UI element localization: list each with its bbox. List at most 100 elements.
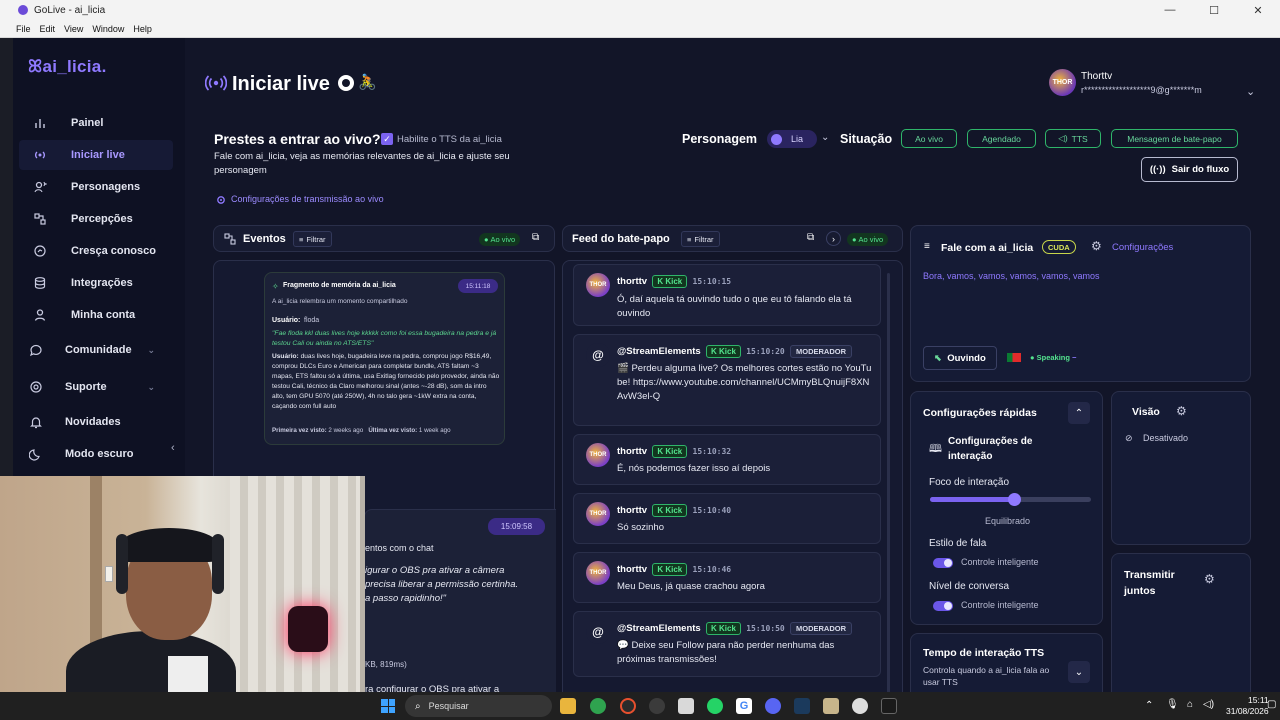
gear-icon[interactable]: ⚙ (1176, 404, 1187, 418)
events-filter-button[interactable]: ≡ Filtrar (293, 231, 332, 247)
listening-button[interactable]: ⬉ Ouvindo (923, 346, 997, 370)
external-link-icon[interactable]: ⧉ (807, 232, 814, 243)
bell-icon (30, 417, 42, 429)
file-explorer-icon[interactable] (560, 698, 576, 714)
close-icon[interactable]: ✕ (1236, 0, 1280, 20)
broadcast-icon (205, 75, 227, 91)
chat-message-header: @StreamElements K Kick 15:10:20 MODERADO… (617, 345, 852, 358)
collapse-sidebar-icon[interactable]: ‹ (171, 442, 175, 454)
persona-select[interactable]: Lia (767, 130, 817, 148)
conversation-level-toggle[interactable] (933, 601, 953, 611)
broadcast-icon (35, 151, 45, 159)
sidebar-item-cresca-conosco[interactable]: Cresça conosco (19, 236, 173, 266)
focus-slider-handle[interactable] (1007, 493, 1021, 506)
menu-file[interactable]: File (16, 24, 31, 34)
sidebar-item-novidades[interactable]: Novidades (19, 407, 173, 437)
chat-live-badge: ● Ao vivo (847, 233, 889, 246)
vision-panel: Visão ⚙ ⊘ Desativado (1111, 391, 1251, 545)
chat-message: THOR thorttv K Kick 15:10:15 Ó, daí aque… (573, 264, 881, 326)
exit-stream-button[interactable]: ((·)) Sair do fluxo (1141, 157, 1238, 182)
menu-view[interactable]: View (64, 24, 83, 34)
kick-badge: K Kick (706, 345, 741, 358)
avatar[interactable]: THOR (1049, 69, 1076, 96)
sidebar-item-iniciar-live[interactable]: Iniciar live (19, 140, 173, 170)
app-logo[interactable]: ꕤai_licia. (28, 57, 107, 77)
book-icon: 🕮 (929, 443, 942, 455)
chrome-icon[interactable] (590, 698, 606, 714)
chevron-right-icon[interactable]: › (826, 231, 841, 246)
minimize-icon[interactable]: — (1148, 0, 1192, 20)
chat-message: @ @StreamElements K Kick 15:10:20 MODERA… (573, 334, 881, 426)
volume-icon[interactable]: ◁) (1203, 699, 1214, 710)
chevron-down-icon[interactable]: ⌄ (1246, 85, 1255, 98)
taskbar-search[interactable]: ⌕ Pesquisar (405, 695, 552, 717)
memory-time-badge: 15:11:18 (458, 279, 498, 293)
notification-icon[interactable]: ▢ (1267, 699, 1276, 710)
status-pill-tts[interactable]: ◁) TTS (1045, 129, 1101, 148)
memory-user-label: Usuário: (272, 317, 301, 324)
chat-filter-button[interactable]: ≡ Filtrar (681, 231, 720, 247)
avatar: THOR (586, 273, 610, 297)
menu-edit[interactable]: Edit (40, 24, 56, 34)
focus-slider[interactable] (930, 493, 1091, 506)
stream-config-link[interactable]: Configurações de transmissão ao vivo (231, 194, 384, 204)
app-image-icon[interactable] (823, 698, 839, 714)
persona-value: Lia (791, 134, 804, 144)
sidebar-item-painel[interactable]: Painel (19, 108, 173, 138)
speech-style-toggle[interactable] (933, 558, 953, 568)
sidebar-item-modo-escuro[interactable]: Modo escuro (19, 439, 173, 469)
sidebar-item-comunidade[interactable]: Comunidade ⌄ (19, 335, 173, 365)
status-pill-live[interactable]: Ao vivo (901, 129, 957, 148)
gear-icon[interactable]: ⚙ (1204, 572, 1215, 586)
app-o-icon[interactable] (620, 698, 636, 714)
interaction-settings-title: Configurações de interação (948, 436, 1033, 462)
menu-window[interactable]: Window (92, 24, 124, 34)
maximize-icon[interactable]: ☐ (1192, 0, 1236, 20)
chevron-down-icon[interactable]: ⌄ (1068, 661, 1090, 683)
microphone-icon[interactable]: 🎙 (1166, 699, 1179, 710)
chevron-up-icon[interactable]: ⌃ (1145, 700, 1153, 711)
kick-badge: K Kick (652, 445, 688, 458)
chevron-up-icon[interactable]: ⌃ (1068, 402, 1090, 424)
talk-settings-link[interactable]: Configurações (1112, 242, 1173, 253)
chat-message-text: Ó, daí aquela tá ouvindo tudo o que eu t… (617, 294, 852, 319)
steam-icon[interactable] (794, 698, 810, 714)
chat-message-text: É, nós podemos fazer isso aí depois (617, 463, 771, 474)
portugal-flag-icon[interactable] (1007, 353, 1021, 362)
page-title: Iniciar live (232, 73, 330, 95)
external-link-icon[interactable]: ⧉ (532, 232, 539, 243)
status-pill-scheduled[interactable]: Agendado (967, 129, 1036, 148)
network-icon[interactable]: ⌂ (1187, 699, 1193, 710)
sidebar-item-integracoes[interactable]: Integrações (19, 268, 173, 298)
filter-icon: ≡ (687, 234, 692, 244)
store-icon[interactable] (678, 698, 694, 714)
chat-scrollbar[interactable] (887, 273, 890, 693)
database-icon (34, 277, 46, 289)
sidebar-item-suporte[interactable]: Suporte ⌄ (19, 372, 173, 402)
app-circle-icon[interactable] (852, 698, 868, 714)
status-pill-chat-message[interactable]: Mensagem de bate-papo (1111, 129, 1238, 148)
gear-icon[interactable]: ⚙ (1091, 239, 1102, 253)
talk-panel: ≡ Fale com a ai_licia CUDA ⚙ Configuraçõ… (910, 225, 1251, 382)
menu-help[interactable]: Help (133, 24, 152, 34)
chart-icon (35, 119, 45, 128)
sidebar-item-personagens[interactable]: Personagens (19, 172, 173, 202)
kick-badge: K Kick (652, 275, 688, 288)
chevron-down-icon[interactable]: ⌄ (821, 132, 829, 143)
sidebar-item-percepcoes[interactable]: Percepções (19, 204, 173, 234)
google-icon[interactable]: G (736, 698, 752, 714)
tts-checkbox[interactable]: ✓ (381, 133, 393, 145)
windows-start-icon[interactable] (381, 699, 395, 713)
terminal-icon[interactable] (881, 698, 897, 714)
user-name: Thorttv (1081, 71, 1113, 82)
whatsapp-icon[interactable] (707, 698, 723, 714)
chat-message-header: thorttv K Kick 15:10:46 (617, 563, 732, 576)
event-line: entos com o chat (365, 543, 434, 553)
discord-icon[interactable] (765, 698, 781, 714)
talk-transcript: Bora, vamos, vamos, vamos, vamos, vamos (923, 271, 1100, 281)
memory-title: Fragmento de memória da ai_licia (283, 282, 396, 289)
filter-icon: ≡ (299, 234, 304, 244)
focus-value: Equilibrado (985, 516, 1031, 526)
sidebar-item-minha-conta[interactable]: Minha conta (19, 300, 173, 330)
golive-icon[interactable] (649, 698, 665, 714)
